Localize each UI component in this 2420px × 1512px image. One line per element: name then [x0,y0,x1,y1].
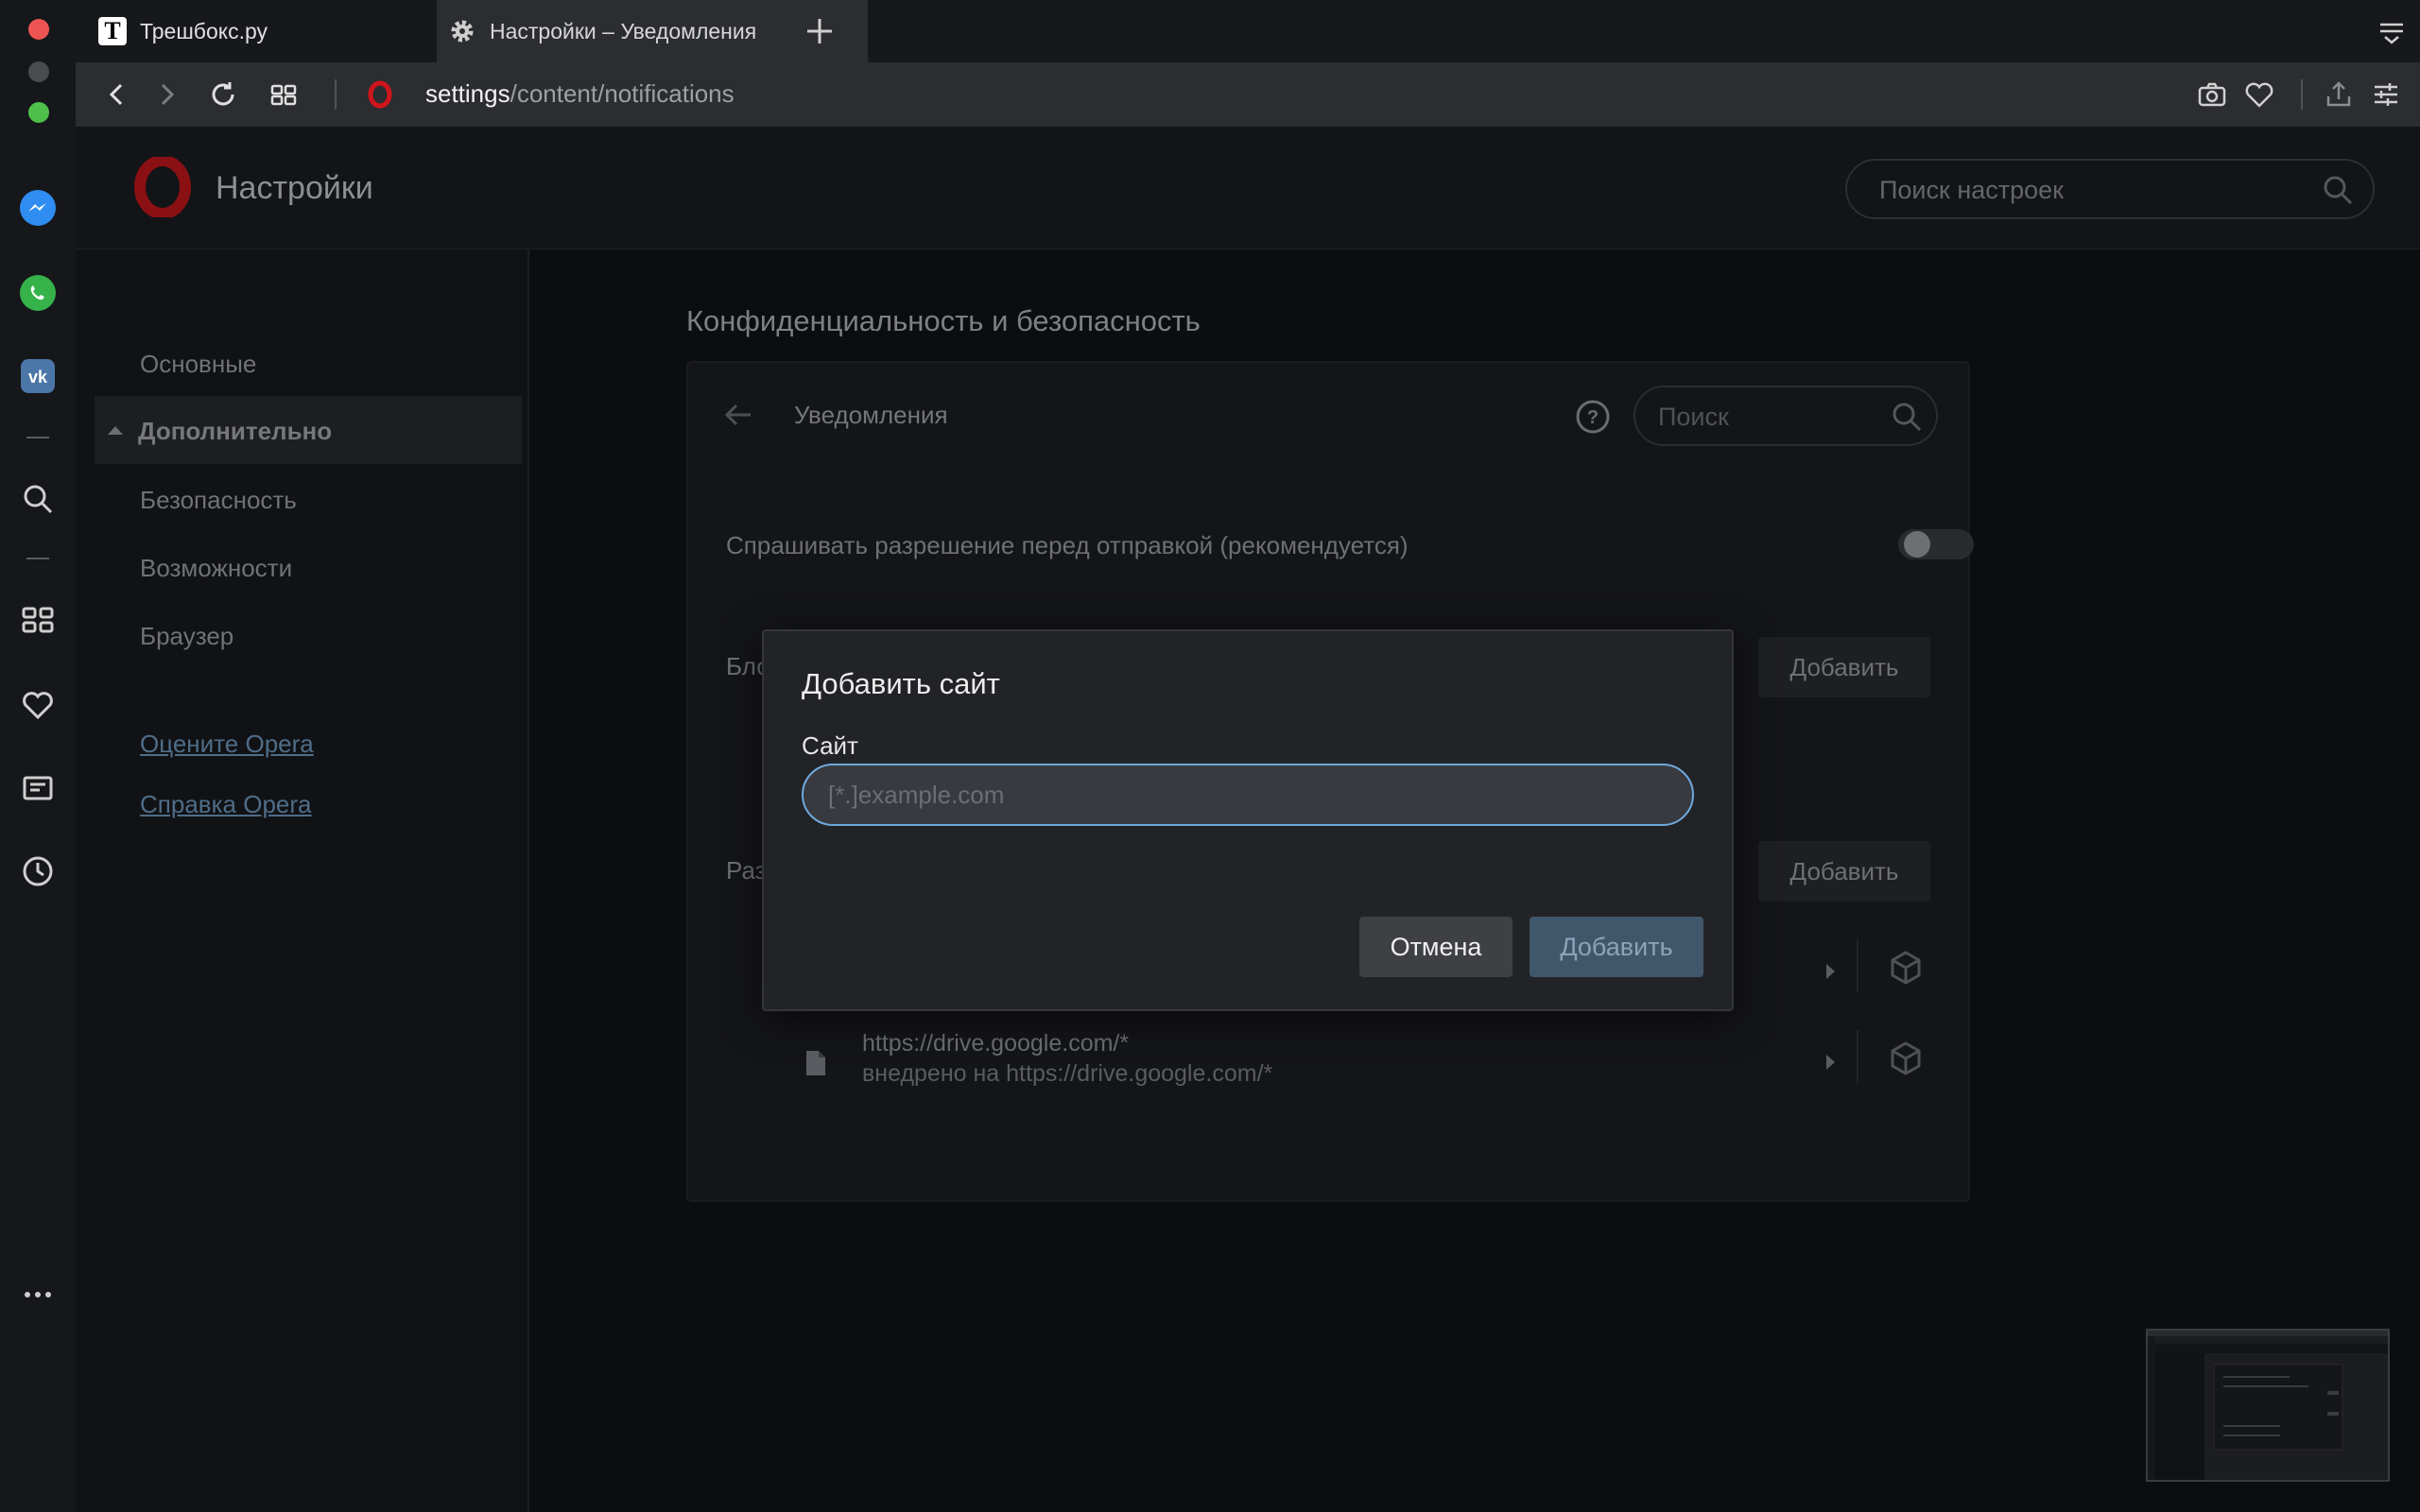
window-close-button[interactable] [28,19,49,40]
add-allow-button[interactable]: Добавить [1758,841,1930,902]
camera-icon[interactable] [2193,76,2231,113]
forward-button[interactable] [147,76,185,113]
share-icon[interactable] [2320,76,2358,113]
site-row: https://drive.google.com/* внедрено на h… [688,1021,1972,1106]
reload-button[interactable] [204,76,242,113]
opera-logo-icon [361,76,399,113]
card-title: Уведомления [794,401,948,429]
toggle-knob [1904,531,1930,558]
heart-icon[interactable] [17,684,59,726]
history-icon[interactable] [17,850,59,892]
back-arrow-icon[interactable] [722,399,754,431]
nav-item-label: Дополнительно [138,417,333,445]
easy-setup-icon[interactable] [2367,76,2405,113]
card-search-placeholder: Поиск [1658,403,1729,431]
bookmark-heart-icon[interactable] [2240,76,2278,113]
tab-label: Трешбокс.ру [140,18,268,43]
window-zoom-button[interactable] [28,102,49,123]
address-bar: settings/content/notifications [76,62,2420,127]
tabs-overview-icon[interactable] [265,76,302,113]
svg-text:vk: vk [28,368,48,387]
settings-header: Настройки Поиск настроек [76,127,2420,249]
nav-item-security[interactable]: Безопасность [140,486,297,515]
url-text[interactable]: settings/content/notifications [425,79,735,109]
rate-opera-link[interactable]: Оцените Opera [140,730,314,759]
tab-bar: T Трешбокс.ру Настройки – Уведомления [76,0,2420,62]
dialog-title: Добавить сайт [802,667,1000,700]
document-icon [804,1049,828,1077]
nav-item-features[interactable]: Возможности [140,554,292,583]
speed-dial-icon[interactable] [17,599,59,641]
opera-sidebar: vk [0,0,76,1512]
add-site-dialog: Добавить сайт Сайт Отмена Добавить [762,629,1734,1011]
gear-icon [448,17,476,45]
add-block-button[interactable]: Добавить [1758,637,1930,697]
tab-menu-icon[interactable] [2377,17,2407,47]
settings-search-placeholder: Поиск настроек [1879,176,2064,204]
messenger-icon[interactable] [17,187,59,229]
row-divider [1857,1030,1858,1083]
card-search-input[interactable]: Поиск [1634,386,1938,446]
site-input[interactable] [802,764,1694,826]
sidebar-divider [26,437,49,438]
expand-arrow-icon[interactable] [1826,1055,1835,1070]
opera-logo-icon [132,155,193,219]
help-icon[interactable]: ? [1575,399,1611,435]
search-icon [1891,401,1923,433]
allow-section-label: Раз [726,856,767,885]
url-path: /content/notifications [510,79,735,108]
svg-text:?: ? [1587,407,1599,428]
site-url: https://drive.google.com/* [862,1030,1130,1057]
opera-help-link[interactable]: Справка Opera [140,790,311,819]
site-field-label: Сайт [802,731,858,760]
site-embedded-on: внедрено на https://drive.google.com/* [862,1060,1273,1087]
news-icon[interactable] [17,767,59,809]
vk-icon[interactable]: vk [17,355,59,397]
nav-item-basic[interactable]: Основные [140,350,256,379]
browser-window: vk T Трешбокс.ру Настройки – Уведомления… [0,0,2420,1512]
cancel-button[interactable]: Отмена [1359,917,1512,977]
sidebar-divider [26,558,49,559]
nav-item-browser[interactable]: Браузер [140,622,233,651]
new-tab-button[interactable] [802,13,838,49]
collapse-triangle-icon [108,426,123,435]
row-divider [1857,939,1858,992]
address-divider [335,79,337,110]
back-button[interactable] [98,76,136,113]
window-thumbnail[interactable] [2146,1329,2390,1482]
url-host: settings [425,79,510,108]
search-icon[interactable] [17,478,59,520]
treshbox-favicon-icon: T [98,17,127,45]
extension-cube-icon[interactable] [1887,949,1925,987]
ask-permission-label: Спрашивать разрешение перед отправкой (р… [726,531,1409,559]
section-title: Конфиденциальность и безопасность [686,304,1201,337]
window-minimize-button[interactable] [28,61,49,82]
page-title: Настройки [216,170,373,206]
add-button[interactable]: Добавить [1530,917,1703,977]
address-divider [2301,79,2303,110]
expand-arrow-icon[interactable] [1826,964,1835,979]
nav-item-advanced[interactable]: Дополнительно [95,396,522,464]
search-icon [2322,174,2354,206]
settings-search-input[interactable]: Поиск настроек [1845,159,2375,219]
more-icon[interactable] [17,1274,59,1315]
tab-label: Настройки – Уведомления [490,18,757,43]
tab-treshbox[interactable]: T Трешбокс.ру [87,0,427,62]
extension-cube-icon[interactable] [1887,1040,1925,1077]
whatsapp-icon[interactable] [17,272,59,314]
ask-permission-toggle[interactable] [1898,524,1974,565]
settings-nav: Основные Дополнительно Безопасность Возм… [76,249,529,1512]
